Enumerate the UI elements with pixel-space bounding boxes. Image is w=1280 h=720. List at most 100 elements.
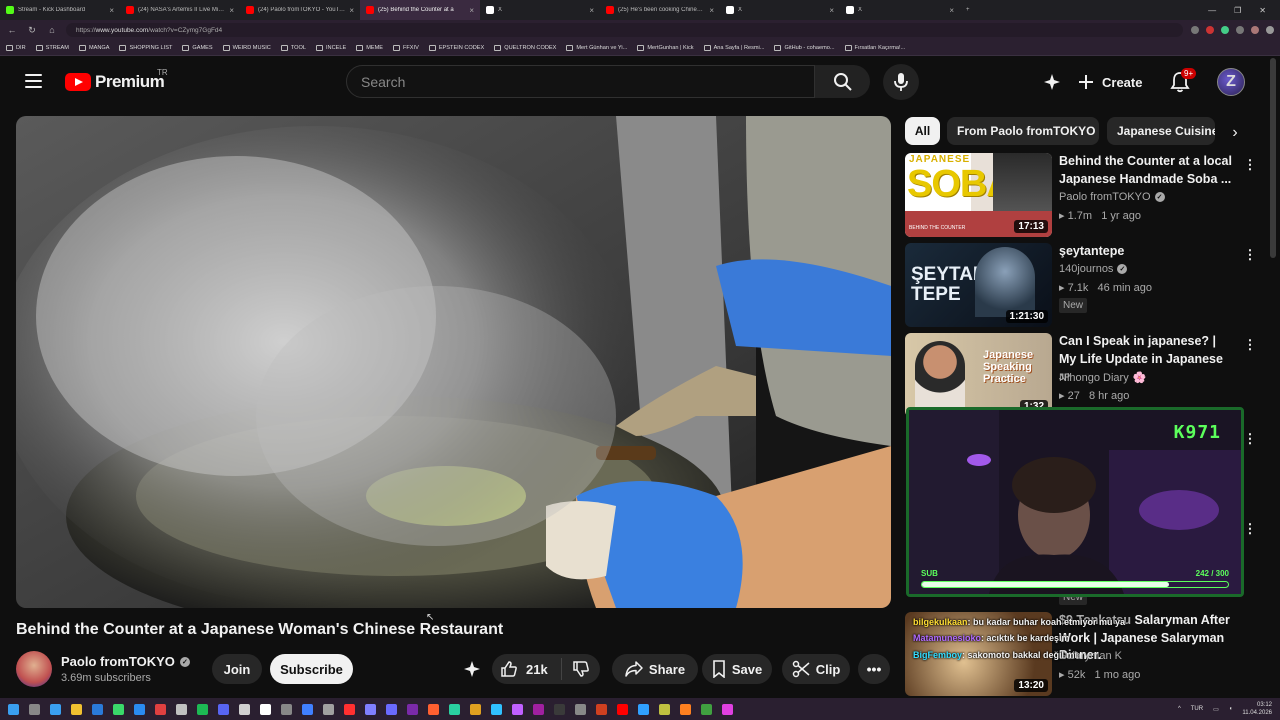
bookmark-item[interactable]: GitHub - cohaemo... <box>774 44 835 51</box>
reload-icon[interactable]: ↻ <box>26 25 38 36</box>
more-vertical-icon[interactable]: ⋮ <box>1242 521 1258 537</box>
page-scrollbar[interactable] <box>1270 58 1276 258</box>
taskbar-app-icon[interactable] <box>281 703 292 715</box>
close-window-icon[interactable]: ✕ <box>1259 6 1266 15</box>
taskbar-app-icon[interactable] <box>533 703 544 715</box>
tab-close-icon[interactable]: × <box>829 6 834 15</box>
taskbar-app-icon[interactable] <box>638 703 649 715</box>
browser-tab[interactable]: (24) Paolo fromTOKYO - YouTube × <box>240 0 360 20</box>
back-icon[interactable]: ← <box>6 25 18 35</box>
taskbar-app-icon[interactable] <box>302 703 313 715</box>
voice-search-button[interactable] <box>883 64 919 100</box>
taskbar-app-icon[interactable] <box>428 703 439 715</box>
join-button[interactable]: Join <box>212 654 262 684</box>
taskbar-app-icon[interactable] <box>239 703 250 715</box>
sparkle-icon[interactable] <box>1040 70 1064 94</box>
taskbar-app-icon[interactable] <box>218 703 229 715</box>
video-thumbnail[interactable]: Japanese Speaking Practice 1:32 <box>905 333 1052 417</box>
tab-close-icon[interactable]: × <box>469 6 474 15</box>
taskbar-app-icon[interactable] <box>554 703 565 715</box>
taskbar-app-icon[interactable] <box>470 703 481 715</box>
save-button[interactable]: Save <box>702 654 772 684</box>
bookmark-item[interactable]: QUELTRON CODEX <box>494 44 556 51</box>
browser-tab[interactable]: (25) He's been cooking Chinese fo × <box>600 0 720 20</box>
share-button[interactable]: Share <box>612 654 698 684</box>
taskbar-app-icon[interactable] <box>659 703 670 715</box>
extension-icon[interactable] <box>1206 26 1214 34</box>
browser-tab[interactable]: Stream - Kick Dashboard × <box>0 0 120 20</box>
taskbar-app-icon[interactable] <box>71 703 82 715</box>
taskbar-app-icon[interactable] <box>176 703 187 715</box>
network-icon[interactable]: ▭ <box>1213 706 1219 713</box>
bookmark-item[interactable]: WEIRD MUSIC <box>222 44 271 51</box>
related-channel[interactable]: Paolo fromTOKYO ✓ <box>1059 191 1165 203</box>
video-player[interactable] <box>16 116 891 608</box>
taskbar-app-icon[interactable] <box>92 703 103 715</box>
tab-close-icon[interactable]: × <box>109 6 114 15</box>
search-input[interactable]: Search <box>346 65 815 98</box>
related-channel[interactable]: Nihongo Diary 🌸 <box>1059 371 1146 385</box>
taskbar-app-icon[interactable] <box>596 703 607 715</box>
account-avatar[interactable]: Z <box>1217 68 1245 96</box>
taskbar-app-icon[interactable] <box>449 703 460 715</box>
bookmark-item[interactable]: MANGA <box>78 44 109 51</box>
taskbar-app-icon[interactable] <box>407 703 418 715</box>
related-channel[interactable]: 140journos ✓ <box>1059 263 1128 275</box>
taskbar-app-icon[interactable] <box>386 703 397 715</box>
taskbar-app-icon[interactable] <box>491 703 502 715</box>
bookmark-item[interactable]: STREAM <box>35 44 69 51</box>
tab-close-icon[interactable]: × <box>949 6 954 15</box>
minimize-icon[interactable]: — <box>1208 6 1216 15</box>
related-video[interactable]: ŞEYTAN TEPE 1:21:30 şeytantepe 140journo… <box>905 243 1257 327</box>
video-thumbnail[interactable]: ŞEYTAN TEPE 1:21:30 <box>905 243 1052 327</box>
chip-from-channel[interactable]: From Paolo fromTOKYO <box>947 117 1099 145</box>
video-thumbnail[interactable]: JAPANESE SOBA BEHIND THE COUNTER 17:13 <box>905 153 1052 237</box>
related-video[interactable]: Japanese Speaking Practice 1:32 Can I Sp… <box>905 333 1257 417</box>
browser-tab[interactable]: X × <box>720 0 840 20</box>
taskbar-app-icon[interactable] <box>575 703 586 715</box>
tab-close-icon[interactable]: × <box>229 6 234 15</box>
browser-tab[interactable]: X × <box>840 0 960 20</box>
channel-name-link[interactable]: Paolo fromTOKYO ✓ <box>61 654 190 669</box>
bookmark-item[interactable]: SHOPPING LIST <box>119 44 172 51</box>
taskbar-app-icon[interactable] <box>197 703 208 715</box>
url-field[interactable]: https://www.youtube.com/watch?v=CZymg7Gg… <box>66 23 1183 37</box>
bookmark-item[interactable]: TOOL <box>280 44 306 51</box>
taskbar-app-icon[interactable] <box>134 703 145 715</box>
taskbar-app-icon[interactable] <box>260 703 271 715</box>
menu-icon[interactable] <box>25 74 42 88</box>
browser-tab[interactable]: (25) Behind the Counter at a × <box>360 0 480 20</box>
taskbar-app-icon[interactable] <box>680 703 691 715</box>
bookmark-item[interactable]: Mert Günhan ve Yi... <box>566 44 627 51</box>
extension-icon[interactable] <box>1191 26 1199 34</box>
bookmark-item[interactable]: MertGunhan | Kick <box>637 44 694 51</box>
taskbar-app-icon[interactable] <box>722 703 733 715</box>
search-button[interactable] <box>815 65 870 98</box>
bookmark-item[interactable]: Ana Sayfa | Resmi... <box>703 44 764 51</box>
taskbar-app-icon[interactable] <box>512 703 523 715</box>
related-video[interactable]: JAPANESE SOBA BEHIND THE COUNTER 17:13 B… <box>905 153 1258 237</box>
bookmark-item[interactable]: GAMES <box>182 44 213 51</box>
bookmark-item[interactable]: DIR <box>6 44 26 51</box>
bookmark-item[interactable]: INCELE <box>315 44 346 51</box>
taskbar-app-icon[interactable] <box>365 703 376 715</box>
language-indicator[interactable]: TUR <box>1191 706 1203 712</box>
ask-sparkle-button[interactable] <box>460 657 484 681</box>
dislike-button[interactable] <box>562 660 600 678</box>
taskbar-app-icon[interactable] <box>701 703 712 715</box>
bookmark-item[interactable]: Fırsatları Kaçırma!... <box>844 44 905 51</box>
create-button[interactable]: Create <box>1078 70 1142 94</box>
more-actions-button[interactable]: ••• <box>858 654 890 684</box>
browser-tab[interactable]: X × <box>480 0 600 20</box>
menu-icon[interactable] <box>1266 26 1274 34</box>
profile-icon[interactable] <box>1251 26 1259 34</box>
chip-japanese-cuisine[interactable]: Japanese Cuisine <box>1107 117 1215 145</box>
clock[interactable]: 03:12 11.04.2026 <box>1242 701 1272 717</box>
more-vertical-icon[interactable]: ⋮ <box>1242 157 1258 173</box>
more-vertical-icon[interactable]: ⋮ <box>1242 431 1258 447</box>
browser-tab[interactable]: (24) NASA's Artemis II Live Mission × <box>120 0 240 20</box>
maximize-icon[interactable]: ❐ <box>1234 6 1241 15</box>
taskbar-app-icon[interactable] <box>29 703 40 715</box>
extension-icon[interactable] <box>1236 26 1244 34</box>
home-icon[interactable]: ⌂ <box>46 25 58 35</box>
